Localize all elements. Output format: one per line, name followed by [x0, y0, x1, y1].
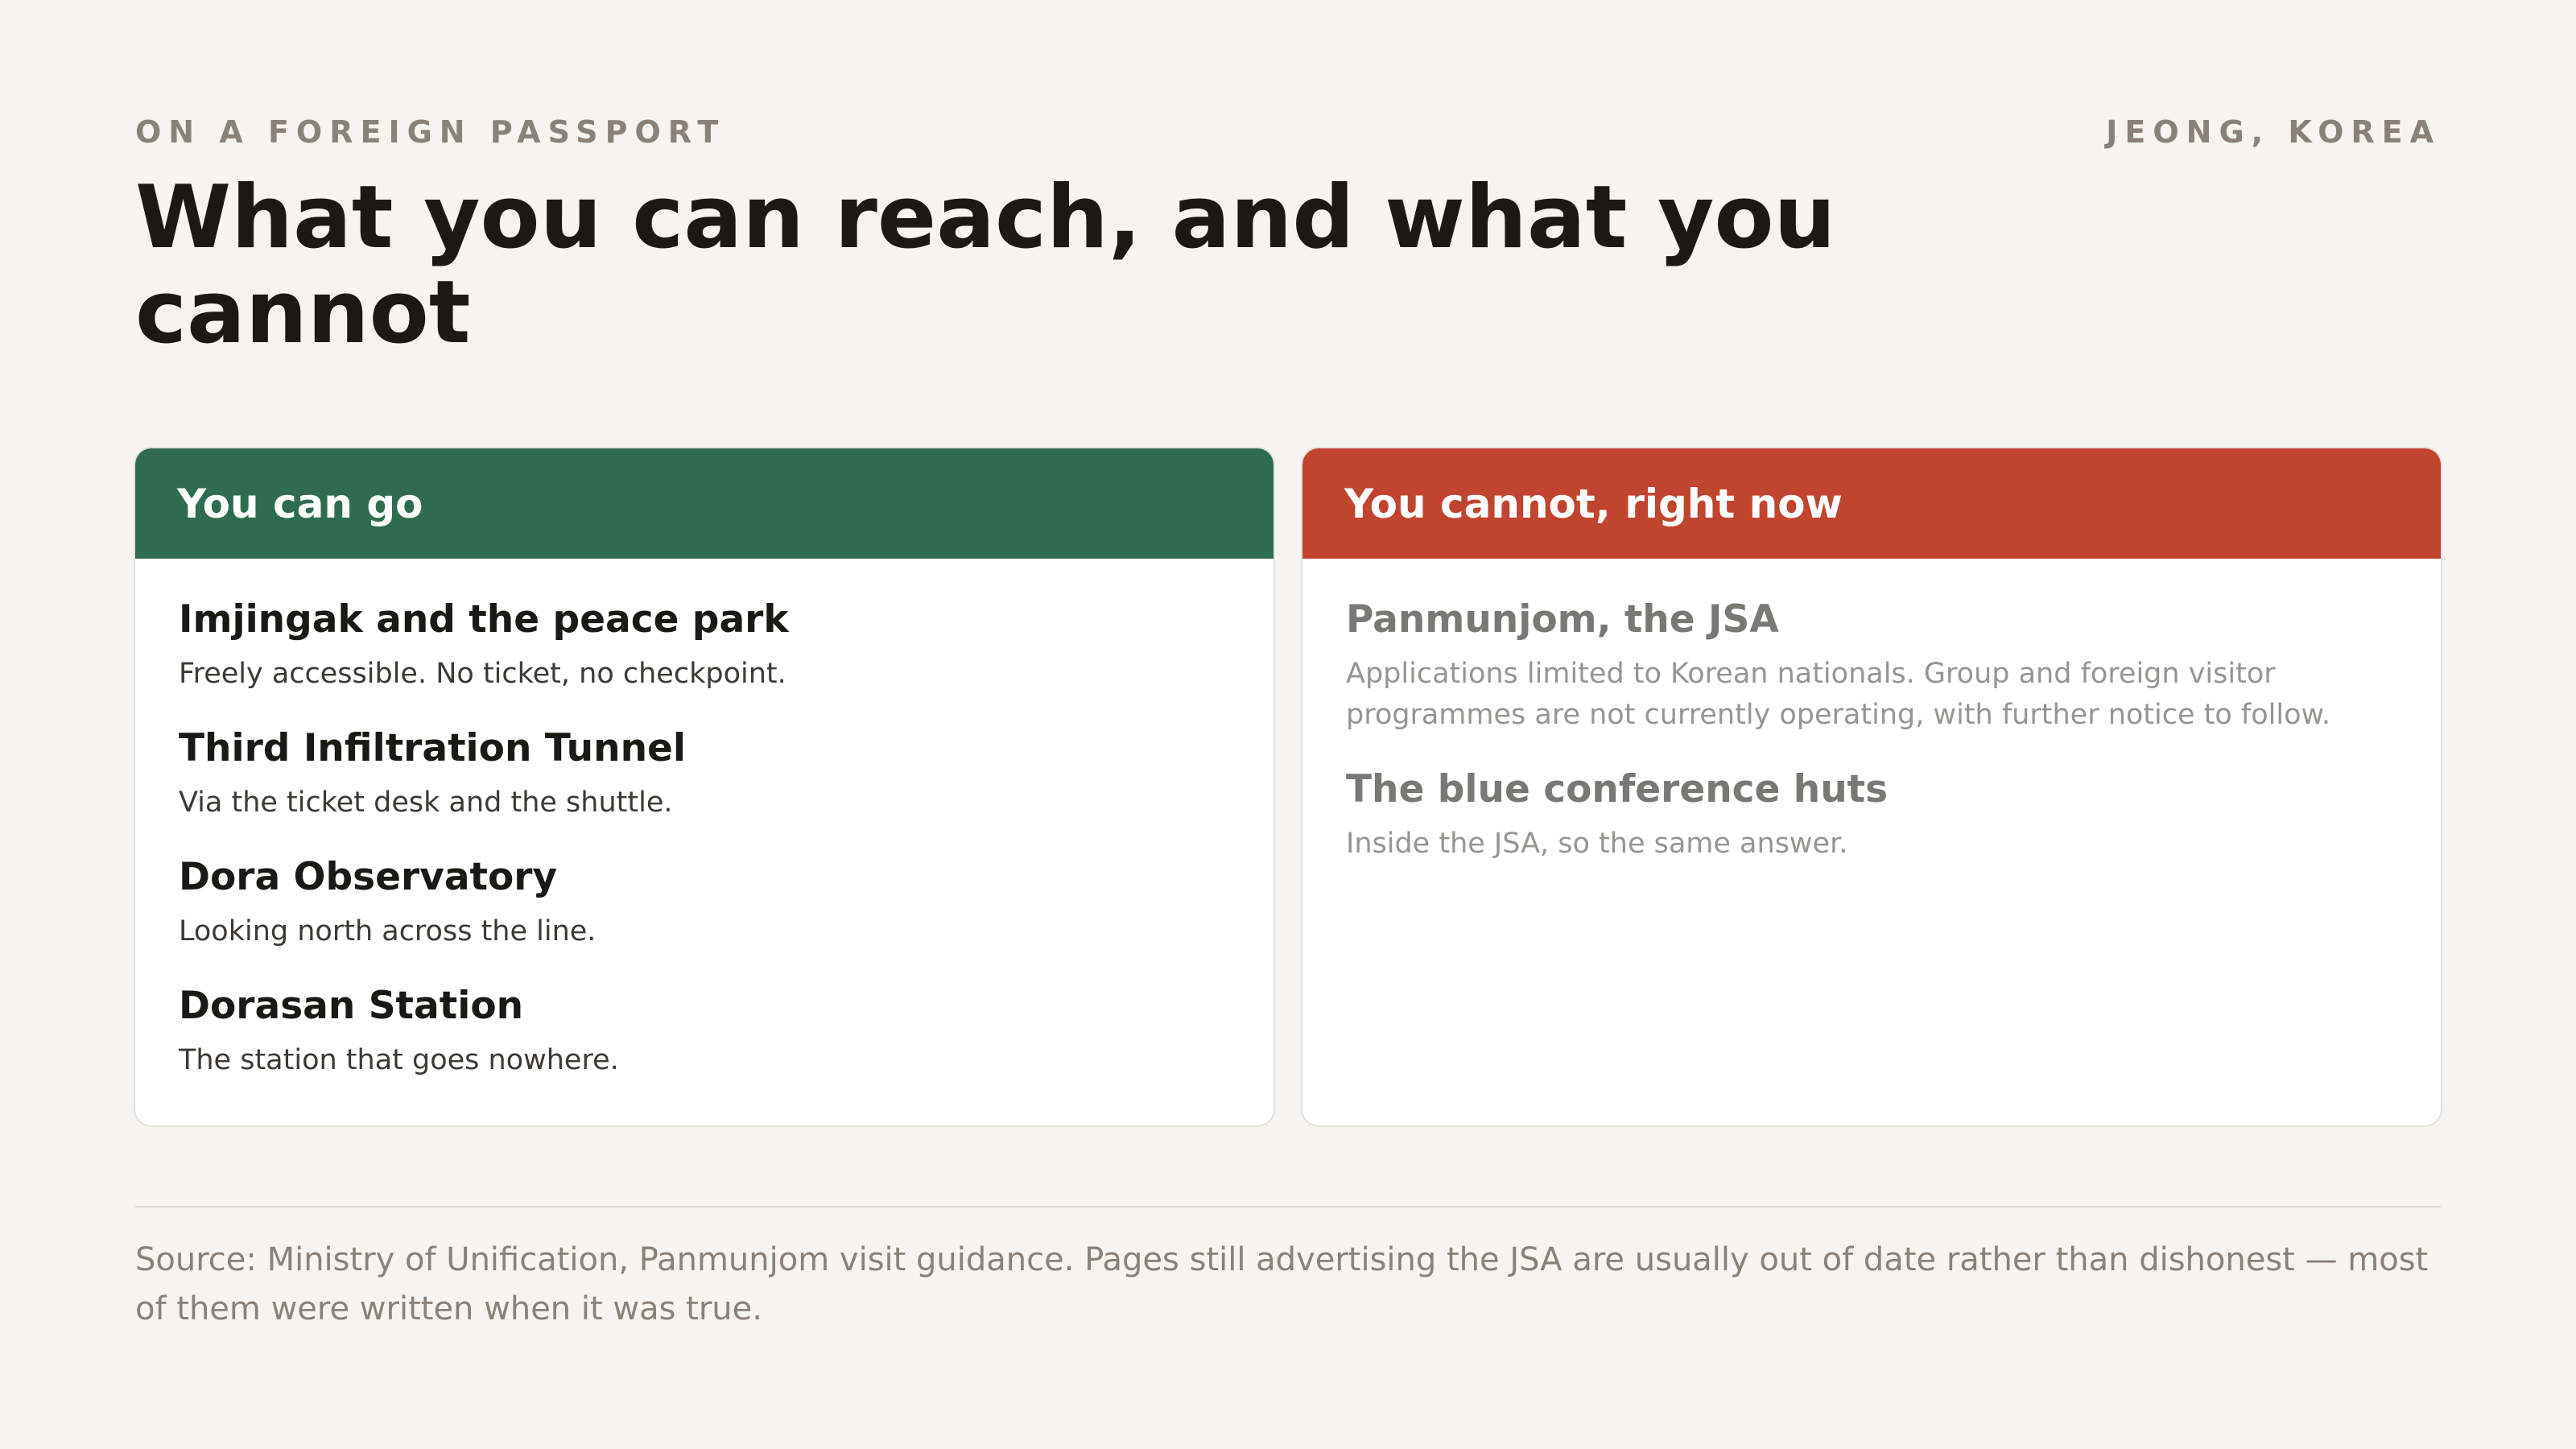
item-title: Third Infiltration Tunnel [179, 726, 687, 770]
list-item: Dorasan Station The station that goes no… [179, 982, 1230, 1081]
cannot-go-list: Panmunjom, the JSA Applications limited … [1302, 559, 2441, 865]
can-go-heading: You can go [135, 448, 1274, 559]
item-description: Via the ticket desk and the shuttle. [179, 786, 673, 819]
cannot-go-heading: You cannot, right now [1302, 448, 2441, 559]
item-description: Applications limited to Korean nationals… [1346, 658, 2331, 731]
can-go-card: You can go Imjingak and the peace park F… [135, 448, 1274, 1125]
list-item: Imjingak and the peace park Freely acces… [179, 596, 1230, 695]
item-title: Dorasan Station [179, 984, 524, 1028]
list-item: Third Infiltration Tunnel Via the ticket… [179, 724, 1230, 824]
location-label: JEONG, KOREA [2106, 114, 2441, 150]
item-title: The blue conference huts [1346, 767, 1889, 811]
list-item: The blue conference huts Inside the JSA,… [1346, 766, 2397, 865]
item-description: Looking north across the line. [179, 915, 597, 947]
comparison-columns: You can go Imjingak and the peace park F… [135, 448, 2441, 1125]
item-title: Panmunjom, the JSA [1346, 597, 1779, 642]
page: ON A FOREIGN PASSPORT JEONG, KOREA What … [135, 0, 2441, 1449]
item-title: Dora Observatory [179, 855, 558, 899]
item-description: Inside the JSA, so the same answer. [1346, 828, 1848, 860]
footer-divider [135, 1206, 2441, 1208]
item-description: Freely accessible. No ticket, no checkpo… [179, 658, 786, 690]
cannot-go-card: You cannot, right now Panmunjom, the JSA… [1302, 448, 2441, 1125]
item-description: The station that goes nowhere. [179, 1044, 619, 1076]
eyebrow-label: ON A FOREIGN PASSPORT [135, 114, 726, 150]
can-go-list: Imjingak and the peace park Freely acces… [135, 559, 1274, 1081]
list-item: Dora Observatory Looking north across th… [179, 853, 1230, 952]
page-title: What you can reach, and what you cannot [135, 167, 1836, 363]
item-title: Imjingak and the peace park [179, 597, 789, 642]
list-item: Panmunjom, the JSA Applications limited … [1346, 596, 2397, 736]
source-note: Source: Ministry of Unification, Panmunj… [135, 1241, 2429, 1327]
